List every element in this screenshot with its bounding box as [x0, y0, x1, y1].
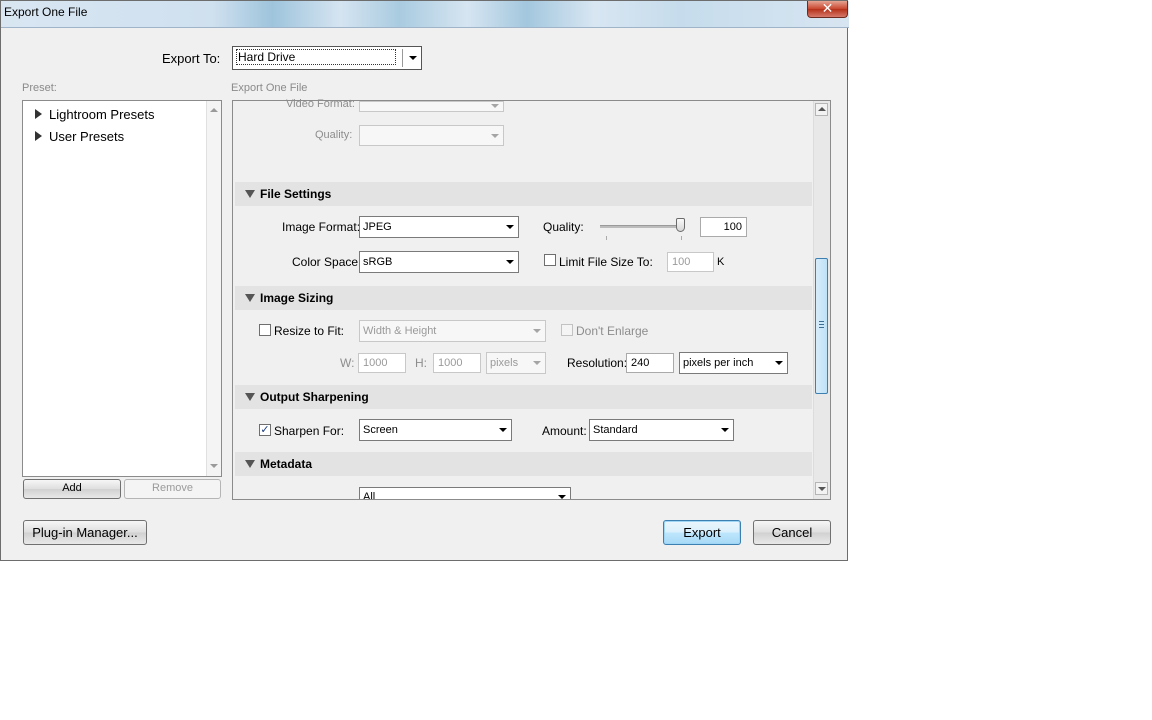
resize-to-fit-checkbox[interactable] — [259, 324, 271, 336]
chevron-down-icon — [533, 329, 541, 333]
scroll-down-icon — [818, 487, 826, 491]
color-space-value: sRGB — [363, 256, 393, 268]
export-to-label: Export To: — [162, 51, 221, 66]
quality-input[interactable]: 100 — [700, 217, 747, 237]
resize-to-fit-label: Resize to Fit: — [274, 324, 345, 338]
image-format-dropdown[interactable]: JPEG — [359, 216, 519, 238]
image-format-label: Image Format: — [282, 220, 361, 234]
chevron-down-icon — [499, 428, 507, 432]
window-title: Export One File — [4, 5, 88, 19]
resolution-unit-dropdown[interactable]: pixels per inch — [679, 352, 788, 374]
title-bar[interactable]: Export One File ✕ — [1, 1, 849, 28]
slider-track — [600, 225, 684, 228]
remove-preset-button[interactable]: Remove — [124, 479, 221, 499]
scroll-up-icon — [818, 107, 826, 111]
chevron-down-icon — [775, 361, 783, 365]
plugin-manager-button[interactable]: Plug-in Manager... — [23, 520, 147, 545]
export-to-dropdown[interactable]: Hard Drive — [232, 46, 422, 70]
metadata-dropdown[interactable]: All — [359, 487, 571, 499]
collapse-icon — [245, 294, 255, 302]
slider-thumb[interactable] — [676, 218, 685, 232]
color-space-dropdown[interactable]: sRGB — [359, 251, 519, 273]
scroll-up-icon[interactable] — [210, 108, 218, 112]
preset-item-lightroom[interactable]: Lightroom Presets — [49, 107, 155, 122]
metadata-header[interactable]: Metadata — [235, 452, 812, 476]
video-format-dropdown[interactable] — [359, 101, 504, 112]
chevron-down-icon — [533, 361, 541, 365]
file-settings-title: File Settings — [260, 187, 332, 201]
export-button[interactable]: Export — [663, 520, 741, 545]
sharpen-for-checkbox[interactable]: ✓ — [259, 424, 271, 436]
resolution-unit-value: pixels per inch — [683, 357, 754, 369]
resolution-input[interactable]: 240 — [626, 353, 674, 373]
resize-mode-dropdown[interactable]: Width & Height — [359, 320, 546, 342]
limit-file-size-label: Limit File Size To: — [559, 255, 653, 269]
collapse-icon — [245, 460, 255, 468]
export-panel-label: Export One File — [231, 82, 308, 94]
preset-tree: Lightroom Presets User Presets — [22, 100, 222, 477]
dont-enlarge-checkbox[interactable] — [561, 324, 573, 336]
resolution-label: Resolution: — [567, 356, 628, 370]
limit-unit-label: K — [717, 256, 725, 268]
collapse-icon — [245, 190, 255, 198]
expand-icon[interactable] — [35, 131, 42, 141]
height-input[interactable]: 1000 — [433, 353, 481, 373]
metadata-title: Metadata — [260, 457, 313, 471]
resize-mode-value: Width & Height — [363, 325, 437, 337]
video-quality-dropdown[interactable] — [359, 125, 504, 146]
quality-label: Quality: — [543, 220, 584, 234]
chevron-down-icon — [506, 260, 514, 264]
height-label: H: — [415, 356, 427, 370]
scroll-thumb[interactable] — [815, 258, 828, 394]
size-unit-dropdown[interactable]: pixels — [486, 352, 546, 374]
sharpen-for-value: Screen — [363, 424, 398, 436]
image-format-value: JPEG — [363, 221, 392, 233]
preset-item-user[interactable]: User Presets — [49, 129, 124, 144]
chevron-down-icon — [409, 56, 417, 60]
sharpen-for-dropdown[interactable]: Screen — [359, 419, 512, 441]
export-to-value: Hard Drive — [236, 49, 397, 65]
expand-icon[interactable] — [35, 109, 42, 119]
chevron-down-icon — [506, 225, 514, 229]
scroll-down-icon[interactable] — [210, 464, 218, 468]
image-sizing-title: Image Sizing — [260, 291, 334, 305]
scroll-up-button[interactable] — [815, 103, 828, 116]
export-panel-scrollbar[interactable] — [813, 101, 830, 499]
width-label: W: — [340, 356, 355, 370]
collapse-icon — [245, 393, 255, 401]
cancel-button[interactable]: Cancel — [753, 520, 831, 545]
limit-file-size-checkbox[interactable] — [544, 254, 556, 266]
chevron-down-icon — [491, 104, 499, 108]
scroll-down-button[interactable] — [815, 482, 828, 495]
amount-label: Amount: — [542, 424, 587, 438]
preset-scrollbar[interactable] — [206, 101, 221, 476]
chevron-down-icon — [491, 134, 499, 138]
limit-file-size-input[interactable]: 100 — [667, 252, 714, 272]
slider-tick — [606, 236, 607, 240]
metadata-value: All — [363, 491, 376, 499]
quality-slider[interactable] — [600, 218, 686, 242]
amount-value: Standard — [593, 424, 638, 436]
amount-dropdown[interactable]: Standard — [589, 419, 734, 441]
video-format-label: Video Format: — [286, 98, 355, 109]
chevron-down-icon — [558, 495, 566, 499]
width-input[interactable]: 1000 — [358, 353, 406, 373]
close-icon: ✕ — [821, 0, 834, 16]
preset-label: Preset: — [22, 82, 57, 94]
file-settings-header[interactable]: File Settings — [235, 182, 812, 206]
slider-tick — [681, 236, 682, 240]
dont-enlarge-label: Don't Enlarge — [576, 324, 649, 338]
size-unit-value: pixels — [490, 357, 519, 369]
close-button[interactable]: ✕ — [807, 1, 848, 18]
video-quality-label: Quality: — [315, 129, 353, 141]
sharpen-for-label: Sharpen For: — [274, 424, 345, 438]
add-preset-button[interactable]: Add — [23, 479, 121, 499]
output-sharpening-title: Output Sharpening — [260, 390, 369, 404]
image-sizing-header[interactable]: Image Sizing — [235, 286, 812, 310]
color-space-label: Color Space: — [292, 255, 362, 269]
chevron-down-icon — [721, 428, 729, 432]
output-sharpening-header[interactable]: Output Sharpening — [235, 385, 812, 409]
